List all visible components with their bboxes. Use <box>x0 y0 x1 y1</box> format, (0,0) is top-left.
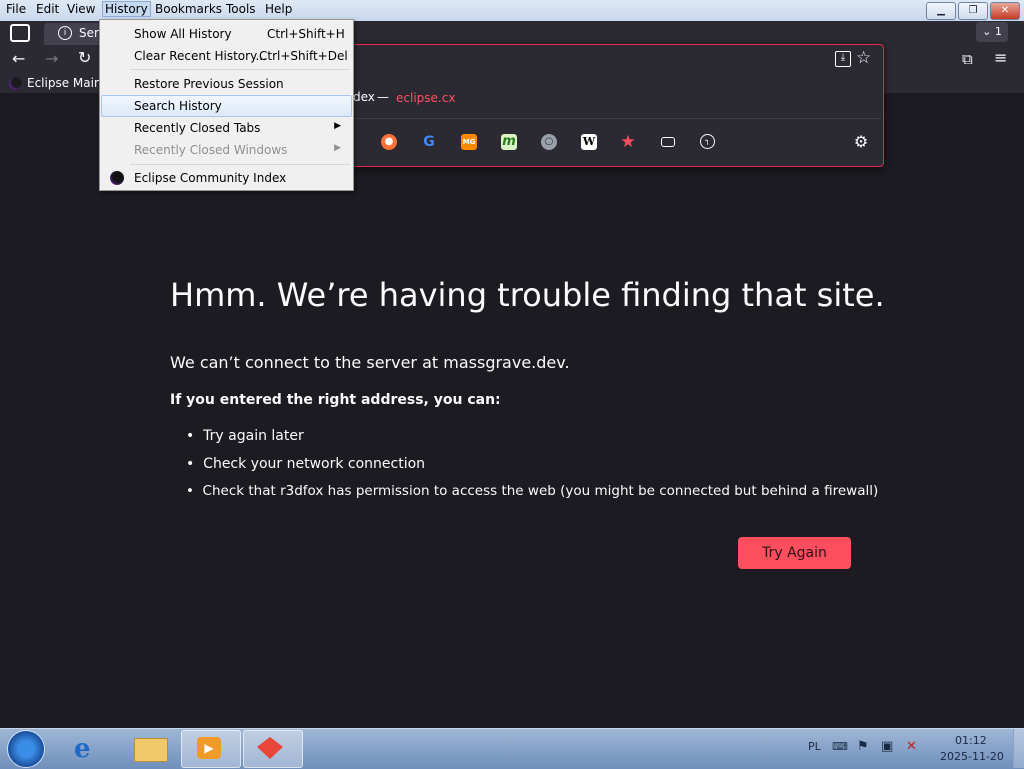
extensions-icon[interactable]: ⧉ <box>962 50 973 68</box>
mg-search-icon[interactable]: MG <box>461 134 477 150</box>
volume-muted-icon[interactable]: ✕ <box>906 739 917 754</box>
tab-count: 1 <box>994 25 1002 38</box>
back-icon[interactable]: ← <box>12 49 25 68</box>
mojeek-icon[interactable]: m <box>501 134 517 150</box>
taskbar-explorer-icon[interactable] <box>121 730 179 766</box>
menu-view[interactable]: View <box>67 2 95 16</box>
taskbar-media-player-icon[interactable]: ▶ <box>181 730 241 768</box>
urlbar-divider <box>301 118 881 119</box>
menu-item-search-history[interactable]: Search History <box>101 95 352 117</box>
eclipse-icon <box>9 77 22 90</box>
minimize-button[interactable]: ▁ <box>926 2 956 20</box>
bookmark-star-icon[interactable]: ☆ <box>856 48 871 68</box>
settings-gear-icon[interactable]: ⚙ <box>853 134 869 150</box>
menu-edit[interactable]: Edit <box>36 2 59 16</box>
clock-time[interactable]: 01:12 <box>955 734 987 747</box>
error-subtitle: If you entered the right address, you ca… <box>170 392 501 408</box>
hamburger-menu-icon[interactable]: ≡ <box>994 48 1007 67</box>
wikipedia-icon[interactable]: W <box>581 134 597 150</box>
menu-item-restore-session[interactable]: Restore Previous Session <box>102 74 351 94</box>
menu-history[interactable]: History <box>102 1 151 17</box>
menu-tools[interactable]: Tools <box>226 2 256 16</box>
bookmarks-star-icon[interactable]: ★ <box>620 134 636 151</box>
error-title: Hmm. We’re having trouble finding that s… <box>170 276 885 314</box>
list-item: • Check that r3dfox has permission to ac… <box>186 483 879 499</box>
menu-item-clear-recent-history[interactable]: Clear Recent History... Ctrl+Shift+Del <box>102 46 351 66</box>
search-engine-icon[interactable]: ○ <box>541 134 557 150</box>
restore-button[interactable]: ❐ <box>958 2 988 20</box>
show-desktop-button[interactable] <box>1013 729 1024 768</box>
menu-help[interactable]: Help <box>265 2 292 16</box>
action-center-flag-icon[interactable]: ⚑ <box>857 739 869 754</box>
submenu-arrow-icon: ▶ <box>334 143 341 153</box>
error-message: We can’t connect to the server at massgr… <box>170 353 570 372</box>
google-icon[interactable]: G <box>421 134 437 150</box>
taskbar-ie-icon[interactable]: e <box>60 730 118 766</box>
suggestion-domain: eclipse.cx <box>396 91 456 105</box>
keyboard-icon[interactable]: ⌨ <box>832 740 848 753</box>
save-page-icon[interactable]: ⤓ <box>835 51 851 67</box>
tabs-icon[interactable] <box>661 137 675 147</box>
submenu-arrow-icon: ▶ <box>334 121 341 131</box>
tab-list-button[interactable]: ⌄ 1 <box>976 22 1008 42</box>
info-icon: i <box>58 26 72 40</box>
menu-separator <box>130 69 350 70</box>
menu-bookmarks[interactable]: Bookmarks <box>155 2 222 16</box>
menu-item-recently-closed-tabs[interactable]: Recently Closed Tabs ▶ <box>102 118 351 138</box>
menu-file[interactable]: File <box>6 2 26 16</box>
taskbar-r3dfox-icon[interactable] <box>243 730 303 768</box>
list-item: • Check your network connection <box>186 456 426 472</box>
reload-icon[interactable]: ↻ <box>78 48 91 67</box>
history-menu: Show All History Ctrl+Shift+H Clear Rece… <box>99 19 354 191</box>
firefox-view-icon[interactable] <box>10 24 30 42</box>
try-again-button[interactable]: Try Again <box>738 537 851 569</box>
clock-date[interactable]: 2025-11-20 <box>940 750 1004 763</box>
menu-separator <box>130 164 350 165</box>
history-clock-icon[interactable]: ┐ <box>700 134 715 149</box>
start-button-icon[interactable] <box>7 730 45 768</box>
chevron-down-icon: ⌄ <box>982 25 992 38</box>
duckduckgo-icon[interactable]: ● <box>381 134 397 150</box>
list-item: • Try again later <box>186 428 304 444</box>
suggestion-separator: — <box>377 90 389 104</box>
forward-icon[interactable]: → <box>45 49 58 68</box>
menu-item-eclipse-community-index[interactable]: Eclipse Community Index <box>102 168 351 188</box>
eclipse-icon <box>110 171 124 185</box>
language-indicator[interactable]: PL <box>808 740 821 753</box>
suggestion-title[interactable]: dex <box>353 90 375 104</box>
network-icon[interactable]: ▣ <box>881 739 893 754</box>
close-button[interactable]: ✕ <box>990 2 1020 20</box>
menu-item-recently-closed-windows: Recently Closed Windows ▶ <box>134 143 341 157</box>
menu-item-show-all-history[interactable]: Show All History Ctrl+Shift+H <box>102 24 351 44</box>
